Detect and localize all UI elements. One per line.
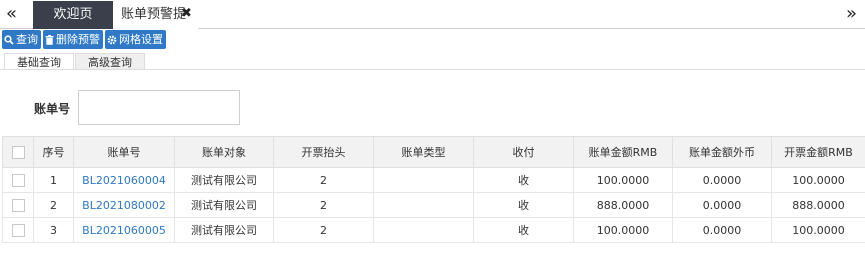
cell-amount-fx: 0.0000 (672, 217, 772, 243)
search-icon (4, 34, 14, 45)
row-select-cell (2, 217, 34, 243)
cell-amount-rmb: 100.0000 (573, 167, 673, 193)
divider (0, 69, 865, 70)
cell-invoice-title: 2 (273, 167, 374, 193)
col-header-invoice-rmb[interactable]: 开票金额RMB (771, 136, 865, 168)
col-header-bill-object[interactable]: 账单对象 (174, 136, 274, 168)
grid-settings-button-label: 网格设置 (119, 33, 163, 46)
grid-settings-button[interactable]: 网格设置 (105, 30, 166, 49)
table-row[interactable]: 3 BL2021060005 测试有限公司 2 收 100.0000 0.000… (2, 217, 865, 243)
col-header-amount-fx[interactable]: 账单金额外币 (672, 136, 772, 168)
select-all-checkbox[interactable] (11, 145, 25, 159)
bill-no-input[interactable] (78, 90, 240, 125)
cell-amount-rmb: 100.0000 (573, 217, 673, 243)
col-header-seq[interactable]: 序号 (33, 136, 74, 168)
row-select-cell (2, 167, 34, 193)
cell-amount-rmb: 888.0000 (573, 192, 673, 218)
cell-direction: 收 (473, 167, 574, 193)
bill-alert-table: 序号 账单号 账单对象 开票抬头 账单类型 收付 账单金额RMB 账单金额外币 … (2, 136, 865, 243)
cell-direction: 收 (473, 192, 574, 218)
cell-bill-object: 测试有限公司 (174, 167, 274, 193)
row-checkbox[interactable] (11, 173, 25, 187)
row-checkbox[interactable] (11, 198, 25, 212)
scroll-left-button[interactable]: « (6, 3, 26, 25)
delete-alert-button[interactable]: 删除预警 (43, 30, 103, 49)
cell-bill-type (373, 192, 474, 218)
cell-seq: 2 (33, 192, 74, 218)
cell-bill-type (373, 167, 474, 193)
bill-no-link[interactable]: BL2021080002 (82, 199, 166, 212)
cell-amount-fx: 0.0000 (672, 167, 772, 193)
cell-bill-object: 测试有限公司 (174, 217, 274, 243)
table-row[interactable]: 1 BL2021060004 测试有限公司 2 收 100.0000 0.000… (2, 167, 865, 193)
bill-no-link[interactable]: BL2021060005 (82, 224, 166, 237)
cell-bill-no: BL2021080002 (73, 192, 175, 218)
cell-invoice-title: 2 (273, 217, 374, 243)
cell-bill-type (373, 217, 474, 243)
cell-invoice-rmb: 100.0000 (771, 217, 865, 243)
query-button-label: 查询 (16, 33, 38, 46)
cell-seq: 3 (33, 217, 74, 243)
cell-bill-no: BL2021060005 (73, 217, 175, 243)
col-header-direction[interactable]: 收付 (473, 136, 574, 168)
col-header-amount-rmb[interactable]: 账单金额RMB (573, 136, 673, 168)
tab-advanced-search[interactable]: 高级查询 (75, 53, 145, 70)
col-header-bill-type[interactable]: 账单类型 (373, 136, 474, 168)
select-all-cell (2, 136, 34, 168)
cell-invoice-rmb: 888.0000 (771, 192, 865, 218)
close-icon[interactable]: ✖ (181, 6, 192, 21)
cell-invoice-title: 2 (273, 192, 374, 218)
query-button[interactable]: 查询 (2, 30, 41, 49)
tab-welcome[interactable]: 欢迎页 (33, 1, 113, 29)
cell-bill-no: BL2021060004 (73, 167, 175, 193)
scroll-right-button[interactable]: » (837, 3, 857, 25)
row-checkbox[interactable] (11, 223, 25, 237)
trash-icon (45, 34, 54, 45)
gear-icon (107, 35, 117, 44)
cell-bill-object: 测试有限公司 (174, 192, 274, 218)
tab-basic-search[interactable]: 基础查询 (4, 53, 74, 70)
col-header-invoice-title[interactable]: 开票抬头 (273, 136, 374, 168)
cell-seq: 1 (33, 167, 74, 193)
cell-invoice-rmb: 100.0000 (771, 167, 865, 193)
row-select-cell (2, 192, 34, 218)
cell-direction: 收 (473, 217, 574, 243)
table-header-row: 序号 账单号 账单对象 开票抬头 账单类型 收付 账单金额RMB 账单金额外币 … (2, 136, 865, 168)
col-header-bill-no[interactable]: 账单号 (73, 136, 175, 168)
delete-alert-button-label: 删除预警 (56, 33, 100, 46)
bill-no-link[interactable]: BL2021060004 (82, 174, 166, 187)
toolbar: 查询 删除预警 网格设置 (2, 30, 166, 49)
bill-no-label: 账单号 (34, 102, 71, 116)
table-row[interactable]: 2 BL2021080002 测试有限公司 2 收 888.0000 0.000… (2, 192, 865, 218)
tab-bar: « 欢迎页 账单预警提醒 ✖ » (0, 0, 865, 50)
cell-amount-fx: 0.0000 (672, 192, 772, 218)
search-tabs: 基础查询 高级查询 (4, 53, 145, 70)
